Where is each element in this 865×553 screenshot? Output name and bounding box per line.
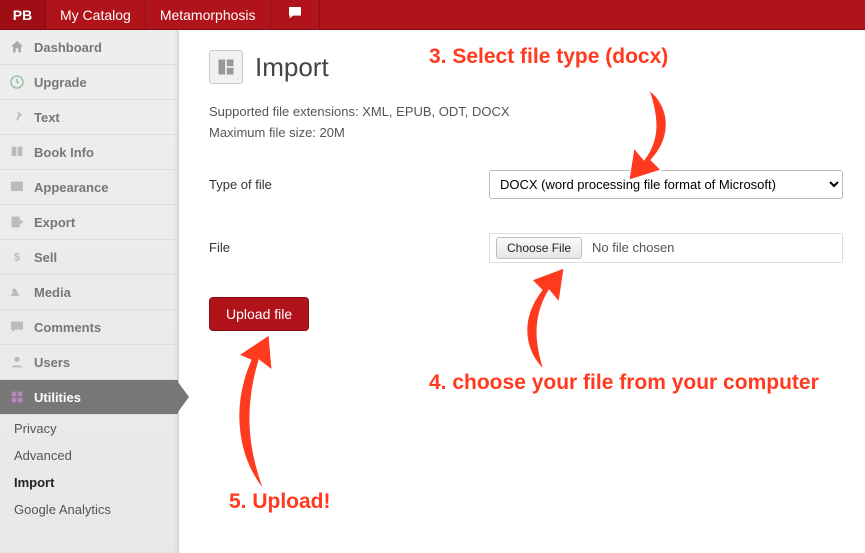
sidebar-label: Users [34, 355, 70, 370]
pin-icon [8, 108, 26, 126]
sidebar-label: Book Info [34, 145, 94, 160]
sidebar-label: Dashboard [34, 40, 102, 55]
sidebar-label: Export [34, 215, 75, 230]
annotation-4-arrow-icon [514, 260, 574, 373]
brand-logo[interactable]: PB [0, 0, 46, 29]
sidebar-sub-advanced[interactable]: Advanced [0, 442, 178, 469]
sidebar-sub-import[interactable]: Import [0, 469, 178, 496]
user-icon [8, 353, 26, 371]
file-label: File [209, 240, 489, 255]
max-file-size: Maximum file size: 20M [209, 123, 843, 144]
sidebar-label: Comments [34, 320, 101, 335]
appearance-icon [8, 178, 26, 196]
sidebar-label: Sell [34, 250, 57, 265]
media-icon [8, 283, 26, 301]
type-label: Type of file [209, 177, 489, 192]
upgrade-icon [8, 73, 26, 91]
import-meta: Supported file extensions: XML, EPUB, OD… [209, 102, 843, 144]
sidebar-item-book-info[interactable]: Book Info [0, 135, 178, 170]
sidebar-item-export[interactable]: Export [0, 205, 178, 240]
sidebar-label: Media [34, 285, 71, 300]
import-page-icon [209, 50, 243, 84]
sidebar-item-sell[interactable]: $ Sell [0, 240, 178, 275]
topnav-comments[interactable] [271, 0, 320, 29]
home-icon [8, 38, 26, 56]
annotation-5: 5. Upload! [229, 490, 331, 514]
svg-text:$: $ [14, 251, 20, 263]
book-icon [8, 143, 26, 161]
sidebar-item-users[interactable]: Users [0, 345, 178, 380]
annotation-4: 4. choose your file from your computer [429, 370, 819, 395]
main-content: Import Supported file extensions: XML, E… [179, 30, 865, 553]
file-status-text: No file chosen [592, 240, 674, 255]
sidebar-item-text[interactable]: Text [0, 100, 178, 135]
sidebar-item-media[interactable]: Media [0, 275, 178, 310]
sidebar-item-upgrade[interactable]: Upgrade [0, 65, 178, 100]
sidebar-item-comments[interactable]: Comments [0, 310, 178, 345]
sidebar-label: Utilities [34, 390, 81, 405]
dollar-icon: $ [8, 248, 26, 266]
speech-bubble-icon [287, 5, 303, 24]
choose-file-button[interactable]: Choose File [496, 237, 582, 259]
page-header: Import [209, 50, 843, 84]
topnav-my-catalog[interactable]: My Catalog [46, 0, 146, 29]
sidebar-label: Text [34, 110, 60, 125]
sidebar: Dashboard Upgrade Text Book Info Appeara… [0, 30, 179, 553]
supported-extensions: Supported file extensions: XML, EPUB, OD… [209, 102, 843, 123]
sidebar-item-dashboard[interactable]: Dashboard [0, 30, 178, 65]
sidebar-item-appearance[interactable]: Appearance [0, 170, 178, 205]
comment-icon [8, 318, 26, 336]
export-icon [8, 213, 26, 231]
annotation-5-arrow-icon [224, 330, 294, 493]
type-of-file-select[interactable]: DOCX (word processing file format of Mic… [489, 170, 843, 199]
file-input-box: Choose File No file chosen [489, 233, 843, 263]
sidebar-sub-privacy[interactable]: Privacy [0, 415, 178, 442]
sidebar-sub-google-analytics[interactable]: Google Analytics [0, 496, 178, 523]
topbar: PB My Catalog Metamorphosis [0, 0, 865, 30]
page-title: Import [255, 52, 329, 83]
sidebar-item-utilities[interactable]: Utilities [0, 380, 178, 415]
topnav-book-title[interactable]: Metamorphosis [146, 0, 271, 29]
utilities-icon [8, 388, 26, 406]
type-row: Type of file DOCX (word processing file … [209, 170, 843, 199]
sidebar-label: Appearance [34, 180, 108, 195]
upload-file-button[interactable]: Upload file [209, 297, 309, 331]
sidebar-label: Upgrade [34, 75, 87, 90]
file-row: File Choose File No file chosen [209, 233, 843, 263]
